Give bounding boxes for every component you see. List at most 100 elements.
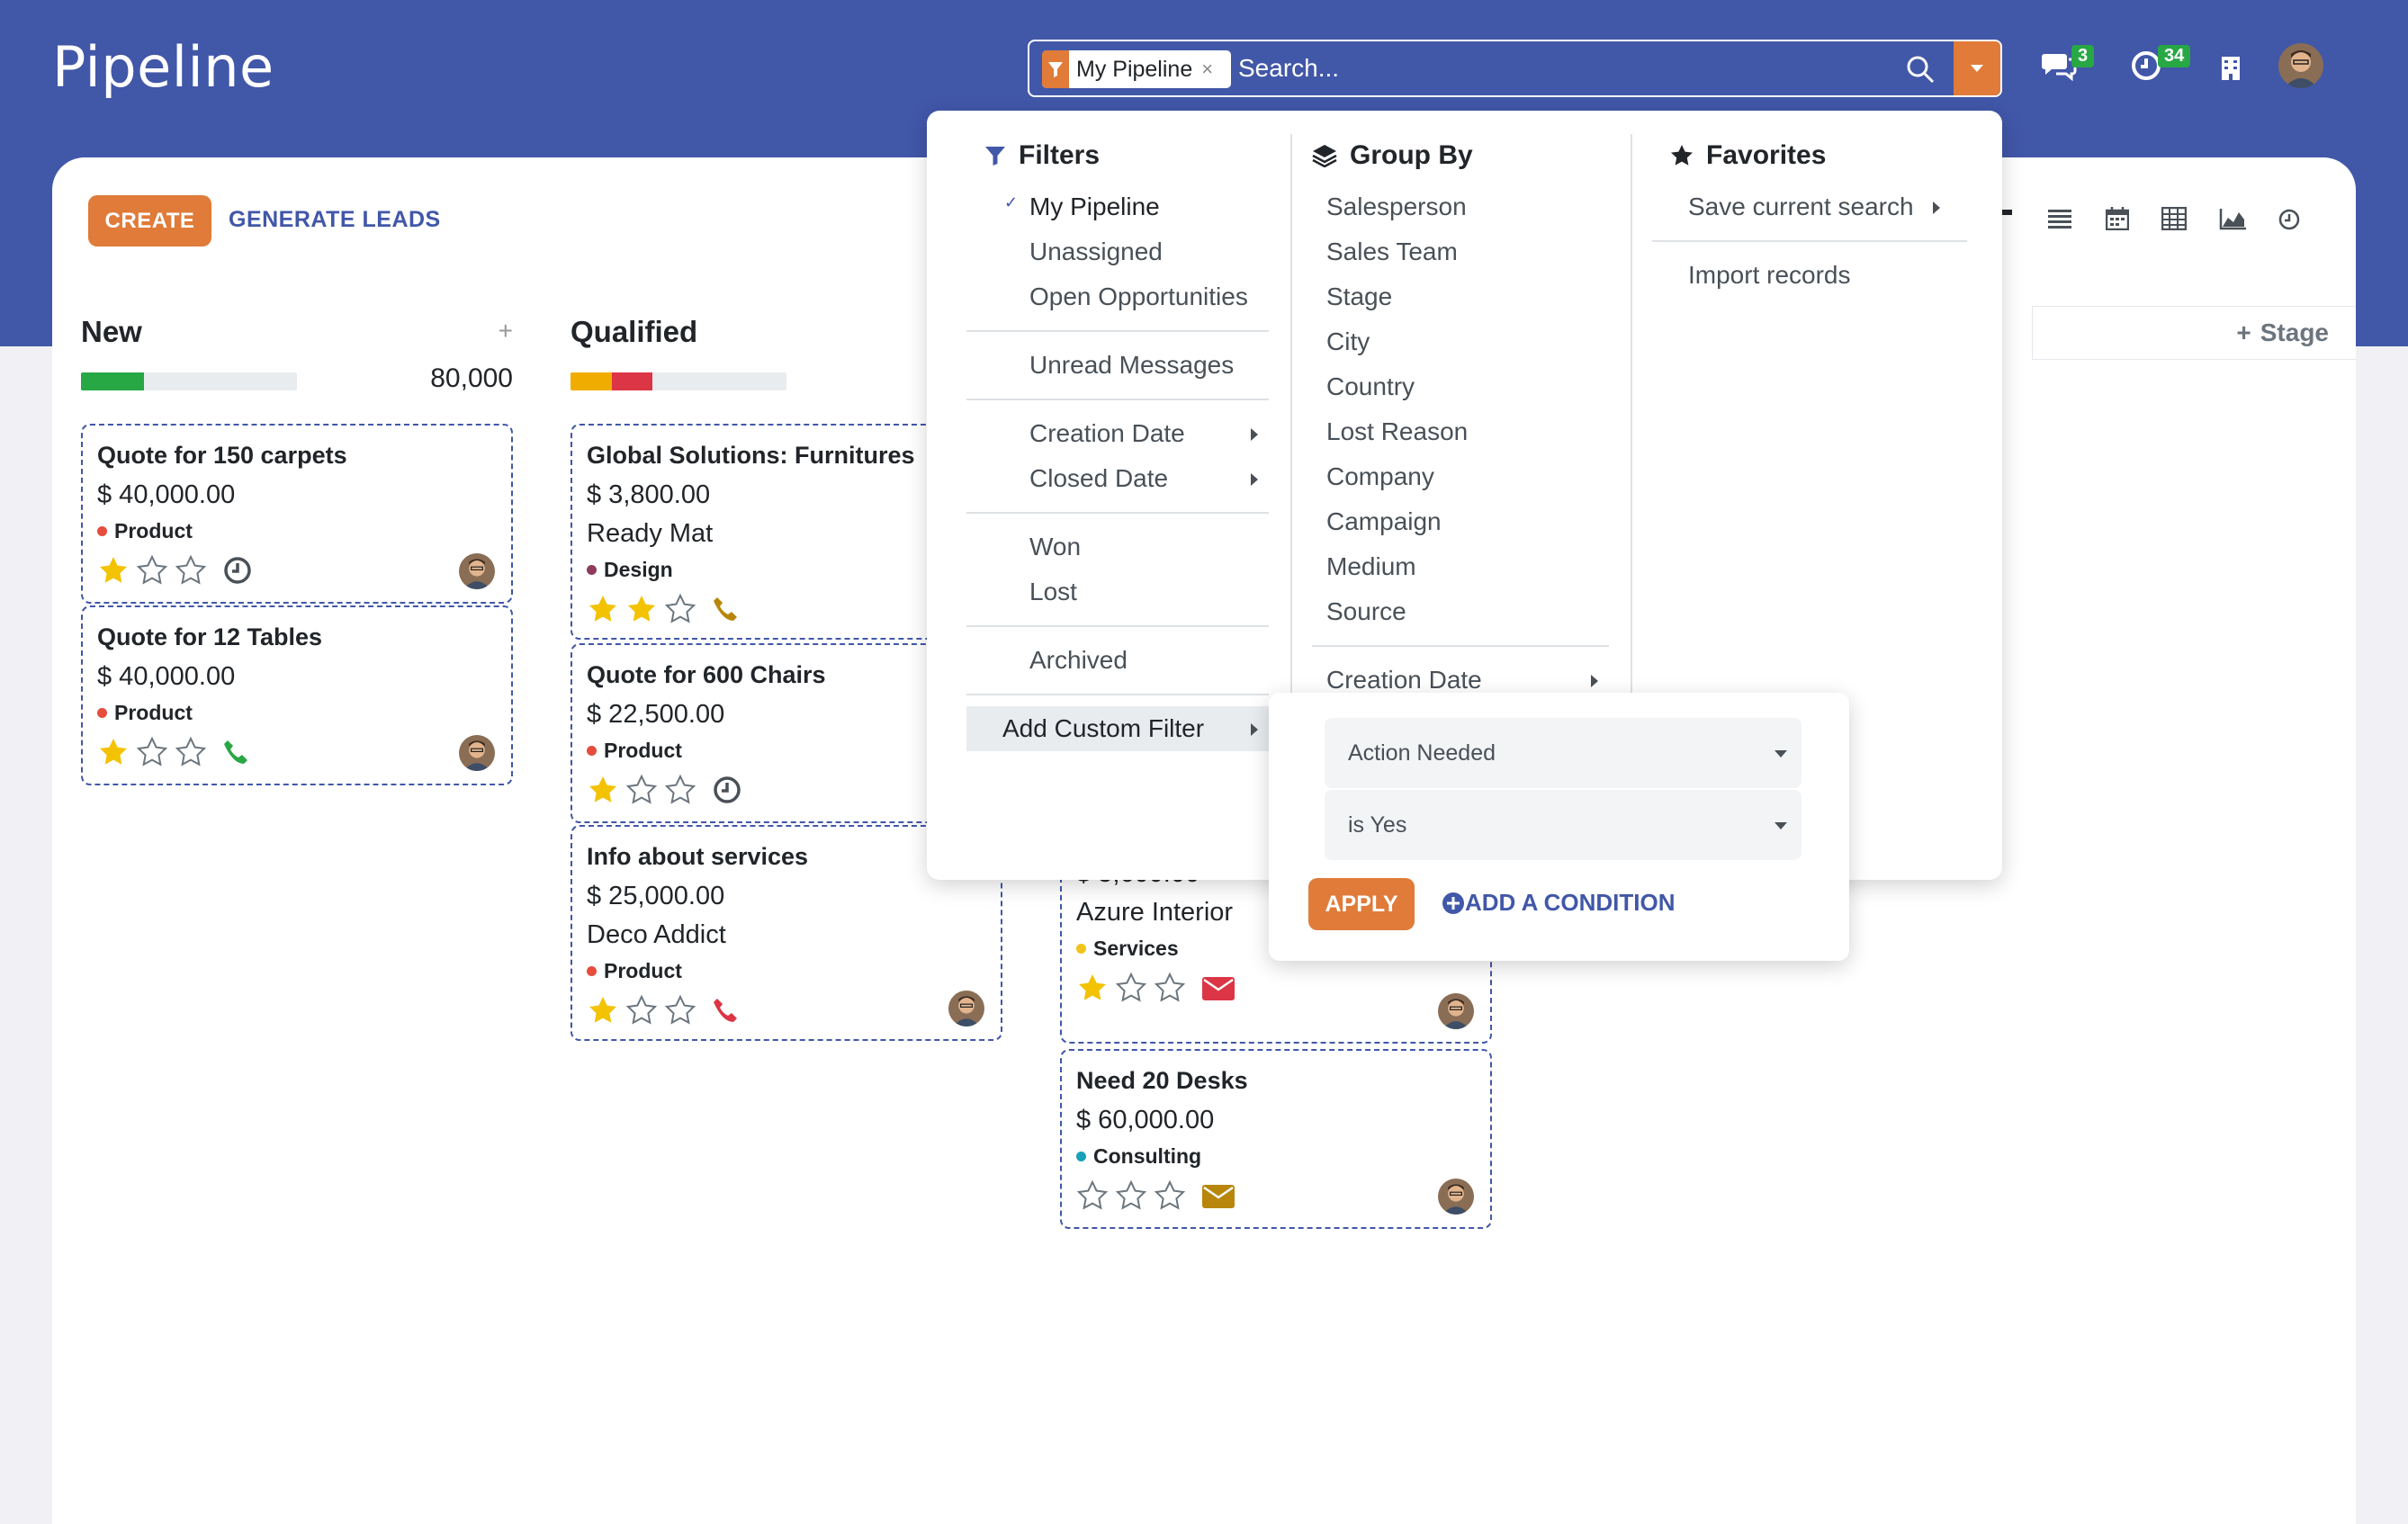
tag-color-dot xyxy=(97,526,107,536)
star-filled-icon[interactable] xyxy=(587,593,619,625)
envelope-icon[interactable] xyxy=(1201,1182,1235,1209)
card-tag: Product xyxy=(97,519,497,543)
activities-badge: 34 xyxy=(2158,45,2191,67)
column-progress-bar[interactable] xyxy=(81,372,297,390)
star-filled-icon[interactable] xyxy=(625,593,658,625)
activity-clock-icon[interactable] xyxy=(222,555,253,586)
phone-icon[interactable] xyxy=(712,596,739,623)
search-icon[interactable] xyxy=(1905,54,1937,86)
kanban-card[interactable]: Quote for 12 Tables $ 40,000.00 Product xyxy=(81,605,513,785)
filter-item-add-custom-filter[interactable]: Add Custom Filter xyxy=(966,706,1269,751)
groupby-item-source[interactable]: Source xyxy=(1312,589,1609,634)
filter-item-open-opportunities[interactable]: Open Opportunities xyxy=(966,274,1269,319)
kanban-card[interactable]: Quote for 150 carpets $ 40,000.00 Product xyxy=(81,424,513,604)
favorites-item-save-current-search[interactable]: Save current search xyxy=(1652,184,1967,229)
star-empty-icon[interactable] xyxy=(1115,972,1147,1004)
kanban-card[interactable]: Need 20 Desks $ 60,000.00 Consulting xyxy=(1060,1049,1492,1229)
facet-remove-icon[interactable]: × xyxy=(1201,58,1213,81)
filter-item-closed-date[interactable]: Closed Date xyxy=(966,456,1269,501)
tag-label: Product xyxy=(604,959,682,982)
star-filled-icon[interactable] xyxy=(587,994,619,1026)
apply-button[interactable]: APPLY xyxy=(1308,878,1415,930)
filter-item-unassigned[interactable]: Unassigned xyxy=(966,229,1269,274)
star-empty-icon[interactable] xyxy=(664,593,696,625)
filter-item-creation-date[interactable]: Creation Date xyxy=(966,411,1269,456)
groupby-item-country[interactable]: Country xyxy=(1312,364,1609,409)
envelope-icon[interactable] xyxy=(1201,974,1235,1001)
filter-item-archived[interactable]: Archived xyxy=(966,638,1269,683)
filter-item-my-pipeline[interactable]: ✓ My Pipeline xyxy=(966,184,1269,229)
star-empty-icon[interactable] xyxy=(664,774,696,806)
groupby-item-salesperson[interactable]: Salesperson xyxy=(1312,184,1609,229)
filter-item-unread-messages[interactable]: Unread Messages xyxy=(966,343,1269,388)
star-empty-icon[interactable] xyxy=(175,736,207,768)
salesperson-avatar[interactable] xyxy=(459,553,495,589)
star-empty-icon[interactable] xyxy=(175,554,207,587)
calendar-view-icon[interactable] xyxy=(2105,207,2130,235)
star-empty-icon[interactable] xyxy=(1115,1179,1147,1212)
progress-segment[interactable] xyxy=(571,372,612,390)
company-building-icon[interactable] xyxy=(2221,56,2241,85)
activity-view-icon[interactable] xyxy=(2278,209,2300,235)
page-title: Pipeline xyxy=(52,34,274,100)
groupby-item-lost-reason[interactable]: Lost Reason xyxy=(1312,409,1609,454)
star-empty-icon[interactable] xyxy=(1154,1179,1186,1212)
filter-item-won[interactable]: Won xyxy=(966,524,1269,569)
star-filled-icon[interactable] xyxy=(587,774,619,806)
groupby-item-medium[interactable]: Medium xyxy=(1312,544,1609,589)
salesperson-avatar[interactable] xyxy=(1438,1179,1474,1215)
star-empty-icon[interactable] xyxy=(664,994,696,1026)
groupby-item-stage[interactable]: Stage xyxy=(1312,274,1609,319)
groupby-item-city[interactable]: City xyxy=(1312,319,1609,364)
favorites-item-import-records[interactable]: Import records xyxy=(1652,253,1967,298)
add-stage-button[interactable]: + Stage xyxy=(2032,306,2356,360)
custom-filter-field-select[interactable]: Action Needed xyxy=(1325,718,1802,788)
column-progress-bar[interactable] xyxy=(571,372,786,390)
salesperson-avatar[interactable] xyxy=(948,991,984,1026)
column-title: New xyxy=(81,315,142,348)
star-empty-icon[interactable] xyxy=(1076,1179,1109,1212)
groupby-item-campaign[interactable]: Campaign xyxy=(1312,499,1609,544)
quick-create-icon[interactable]: + xyxy=(499,317,513,345)
generate-leads-button[interactable]: GENERATE LEADS xyxy=(229,207,441,233)
plus-icon: + xyxy=(2236,318,2251,346)
salesperson-avatar[interactable] xyxy=(1438,993,1474,1029)
graph-view-icon[interactable] xyxy=(2219,209,2246,235)
groupby-item-company[interactable]: Company xyxy=(1312,454,1609,499)
star-empty-icon[interactable] xyxy=(136,736,168,768)
user-avatar[interactable] xyxy=(2278,43,2323,88)
star-empty-icon[interactable] xyxy=(625,994,658,1026)
progress-segment[interactable] xyxy=(611,372,653,390)
filters-menu: Filters ✓ My Pipeline Unassigned Open Op… xyxy=(966,134,1269,751)
card-footer xyxy=(97,552,497,588)
star-empty-icon[interactable] xyxy=(136,554,168,587)
phone-icon[interactable] xyxy=(712,997,739,1024)
list-view-icon[interactable] xyxy=(2048,209,2071,233)
search-input[interactable] xyxy=(1238,47,1913,90)
star-empty-icon[interactable] xyxy=(1154,972,1186,1004)
card-partner: Deco Addict xyxy=(587,920,726,949)
card-tag: Product xyxy=(587,959,986,983)
star-filled-icon[interactable] xyxy=(97,736,130,768)
star-filled-icon[interactable] xyxy=(97,554,130,587)
create-button[interactable]: CREATE xyxy=(88,195,211,247)
star-filled-icon[interactable] xyxy=(1076,972,1109,1004)
filter-item-lost[interactable]: Lost xyxy=(966,569,1269,614)
custom-filter-operator-select[interactable]: is Yes xyxy=(1325,790,1802,860)
card-footer xyxy=(97,734,497,770)
search-options-toggle[interactable] xyxy=(1954,41,2000,95)
caret-right-icon xyxy=(1251,428,1258,441)
salesperson-avatar[interactable] xyxy=(459,735,495,771)
progress-segment[interactable] xyxy=(81,372,144,390)
filter-icon xyxy=(1042,50,1069,88)
add-condition-button[interactable]: ADD A CONDITION xyxy=(1442,889,1676,917)
add-condition-label: ADD A CONDITION xyxy=(1465,889,1676,916)
pivot-view-icon[interactable] xyxy=(2161,206,2188,235)
search-facet-my-pipeline[interactable]: My Pipeline × xyxy=(1042,50,1231,88)
star-empty-icon[interactable] xyxy=(625,774,658,806)
phone-icon[interactable] xyxy=(222,739,249,766)
activity-clock-icon[interactable] xyxy=(2131,50,2161,85)
activity-clock-icon[interactable] xyxy=(712,775,742,805)
caret-right-icon xyxy=(1251,473,1258,486)
groupby-item-sales-team[interactable]: Sales Team xyxy=(1312,229,1609,274)
